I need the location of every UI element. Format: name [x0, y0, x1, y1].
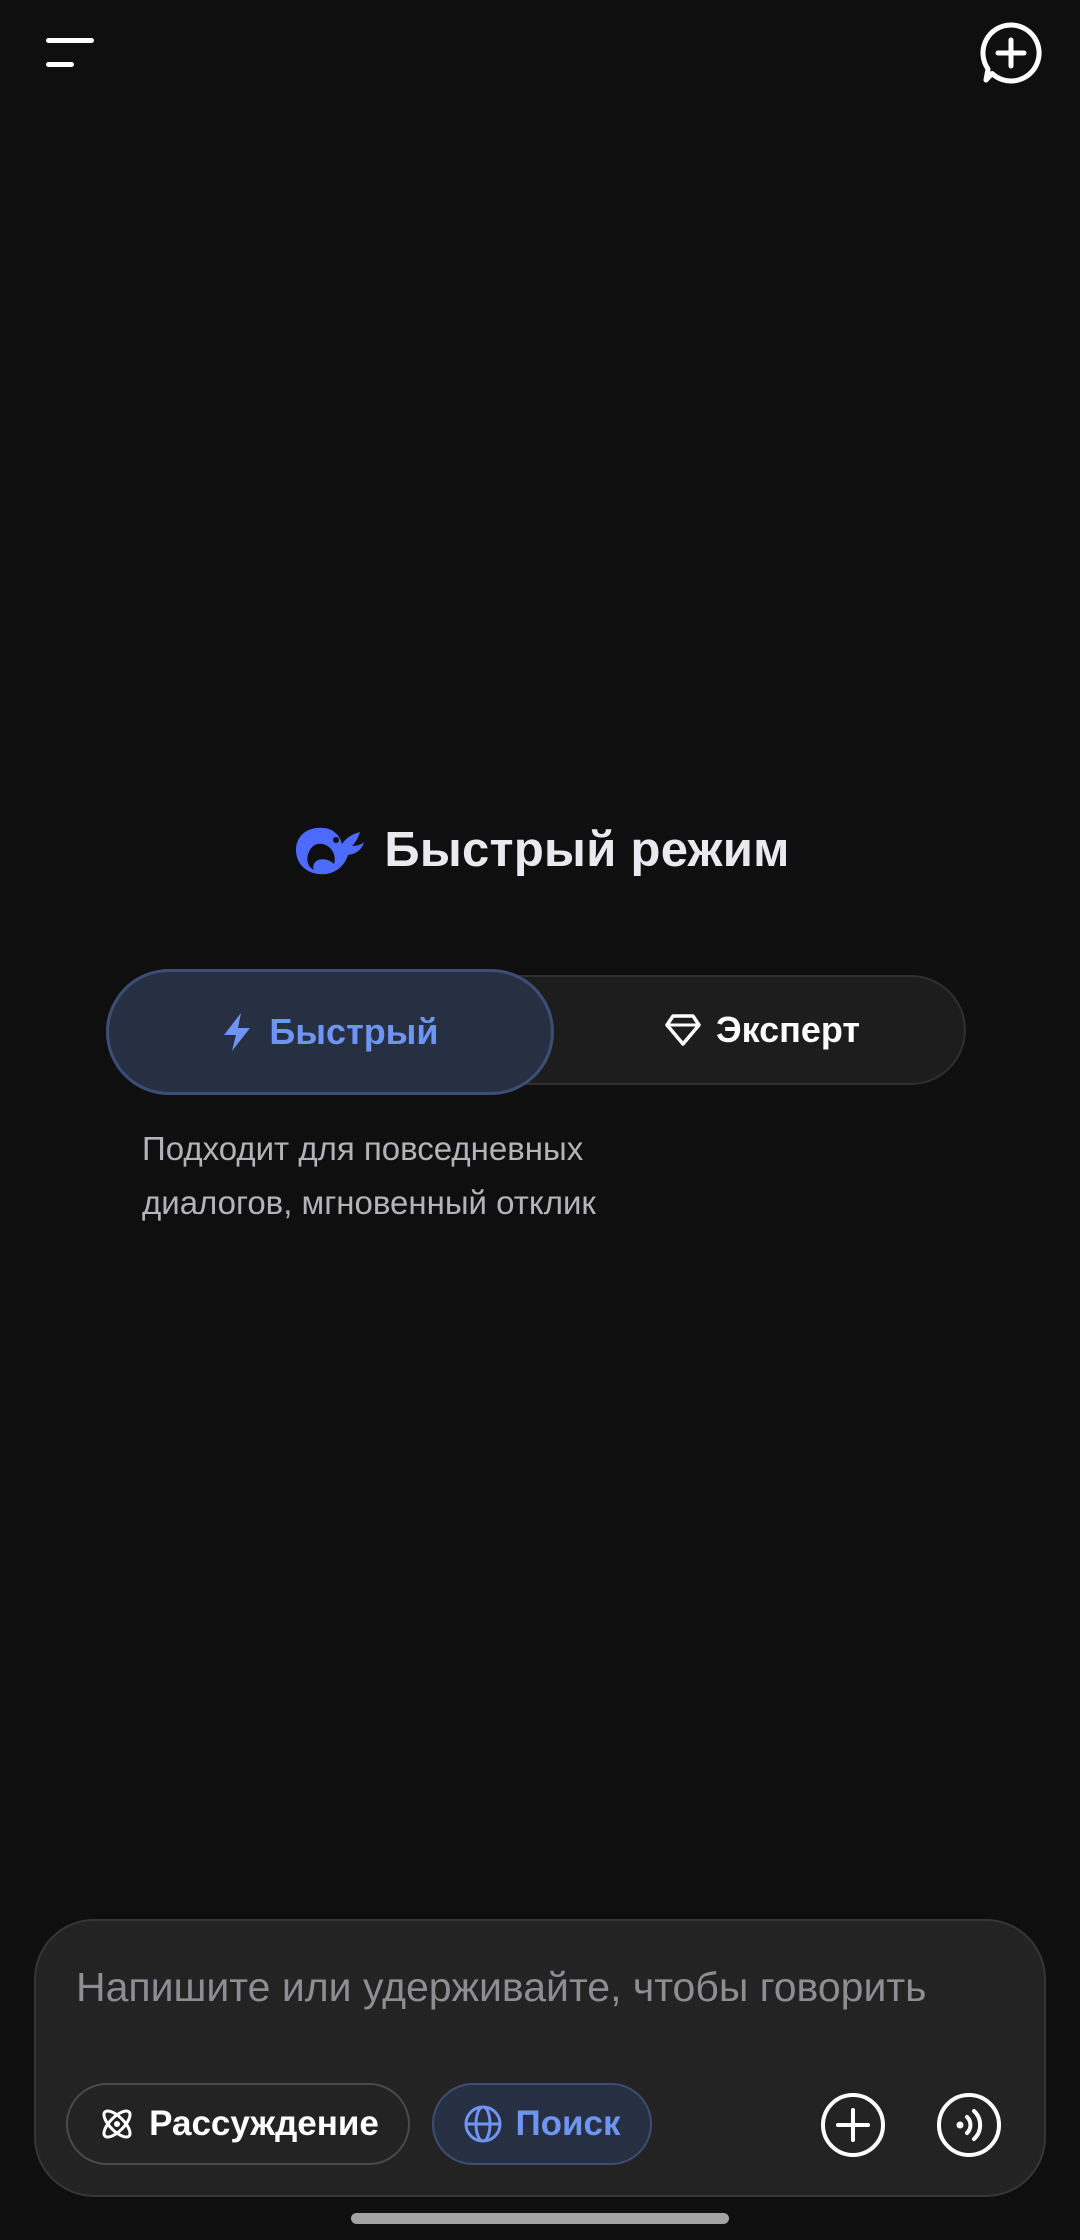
atom-icon — [102, 2109, 132, 2139]
voice-wave-icon — [937, 2093, 1001, 2157]
diamond-icon — [665, 1014, 701, 1046]
search-label: Поиск — [515, 2104, 621, 2143]
menu-button[interactable] — [36, 28, 106, 84]
search-toggle-button[interactable]: Поиск — [432, 2083, 652, 2165]
app-screen: Быстрый режим Эксперт Быстрый Подходит д… — [0, 0, 1080, 2240]
new-chat-icon — [980, 22, 1042, 84]
page-title: Быстрый режим — [384, 823, 790, 877]
home-indicator[interactable] — [351, 2213, 729, 2224]
attach-button[interactable] — [820, 2092, 886, 2158]
mode-fast-label: Быстрый — [269, 1011, 439, 1052]
lightning-icon — [224, 1013, 251, 1051]
mode-title-row: Быстрый режим — [0, 810, 1080, 890]
reasoning-toggle-button[interactable]: Рассуждение — [66, 2083, 410, 2165]
mode-expert-button[interactable]: Эксперт — [558, 977, 966, 1083]
deepseek-whale-logo — [296, 827, 365, 875]
mode-description: Подходит для повседневных диалогов, мгно… — [142, 1130, 596, 1221]
mode-expert-label: Эксперт — [715, 1009, 861, 1050]
voice-button[interactable] — [936, 2092, 1002, 2158]
mode-fast-button[interactable]: Быстрый — [106, 969, 554, 1095]
mode-switch: Эксперт Быстрый — [106, 969, 966, 1095]
globe-icon — [464, 2105, 502, 2143]
new-chat-button[interactable] — [978, 20, 1044, 86]
message-input[interactable] — [76, 1957, 1016, 2017]
reasoning-label: Рассуждение — [149, 2104, 379, 2143]
plus-circle-icon — [821, 2093, 885, 2157]
message-composer: Рассуждение Поиск — [34, 1919, 1046, 2197]
menu-icon — [46, 38, 94, 43]
